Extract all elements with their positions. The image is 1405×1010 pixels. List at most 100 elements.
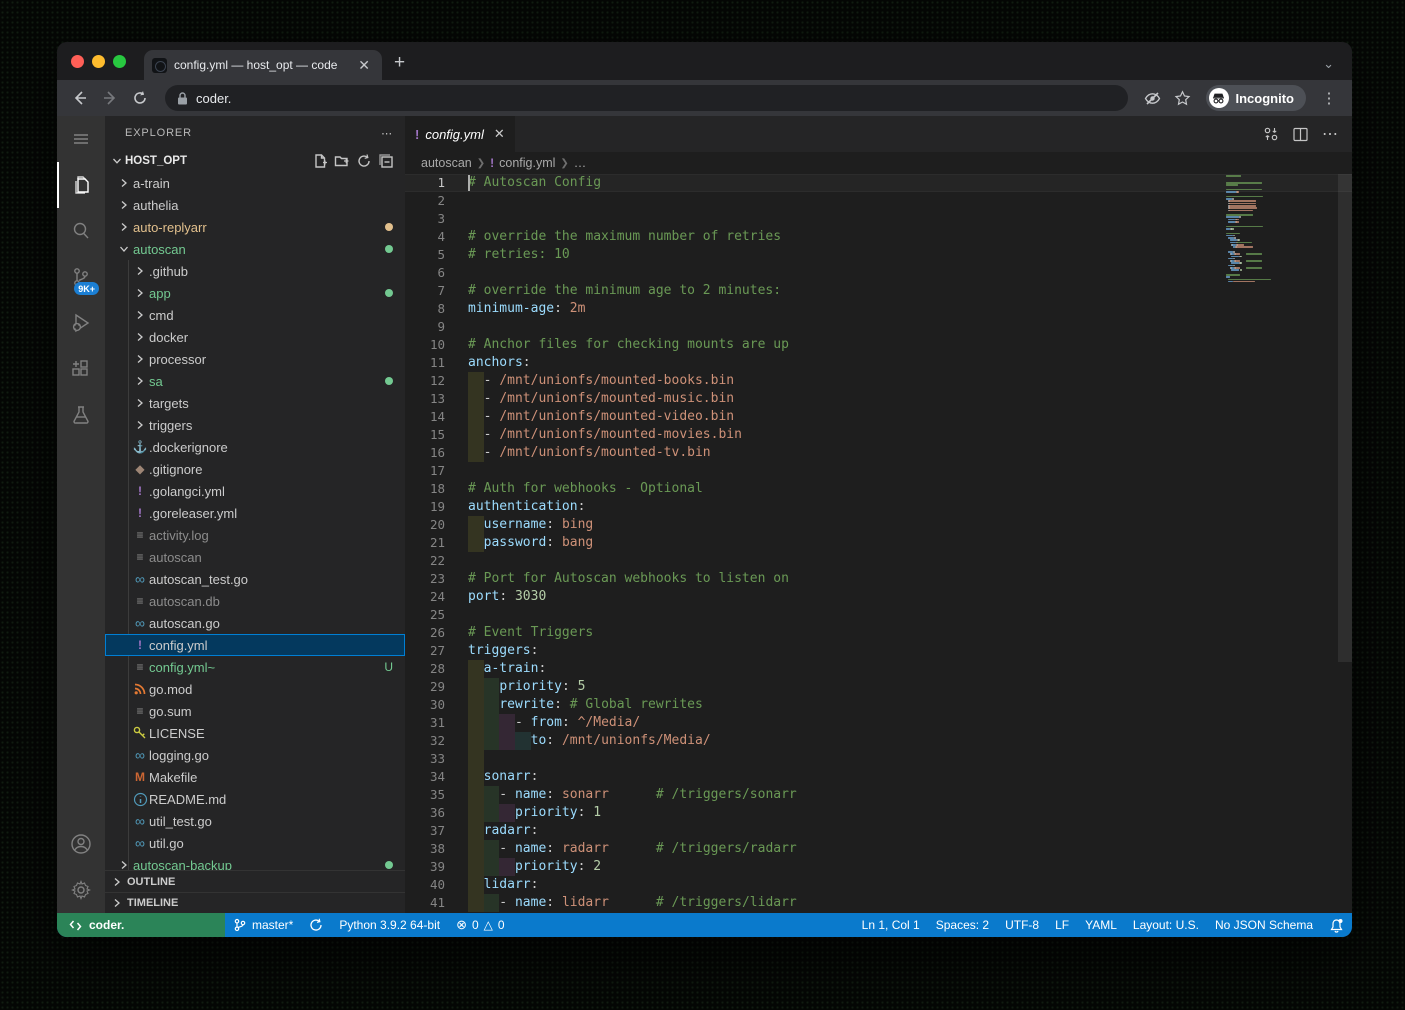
code-line-6[interactable]: 6 <box>405 264 1352 282</box>
code-line-40[interactable]: 40 lidarr: <box>405 876 1352 894</box>
activity-bar-settings[interactable] <box>57 867 105 913</box>
code-line-15[interactable]: 15 - /mnt/unionfs/mounted-movies.bin <box>405 426 1352 444</box>
status-sync[interactable] <box>301 913 331 937</box>
tree-item-makefile[interactable]: MMakefile <box>105 766 405 788</box>
editor-tab-configyml[interactable]: ! config.yml ✕ <box>405 116 516 152</box>
browser-menu-icon[interactable]: ⋮ <box>1316 85 1342 111</box>
code-line-23[interactable]: 23# Port for Autoscan webhooks to listen… <box>405 570 1352 588</box>
activity-bar-run-and-debug[interactable] <box>57 300 105 346</box>
code-line-36[interactable]: 36 priority: 1 <box>405 804 1352 822</box>
status-indentation[interactable]: Spaces: 2 <box>928 913 997 937</box>
activity-bar-search[interactable] <box>57 208 105 254</box>
remote-indicator[interactable]: coder. <box>57 913 225 937</box>
code-line-41[interactable]: 41 - name: lidarr # /triggers/lidarr <box>405 894 1352 912</box>
status-json-schema[interactable]: No JSON Schema <box>1207 913 1321 937</box>
status-keyboard-layout[interactable]: Layout: U.S. <box>1125 913 1207 937</box>
code-editor[interactable]: 1# Autoscan Config234# override the maxi… <box>405 174 1352 913</box>
code-line-2[interactable]: 2 <box>405 192 1352 210</box>
code-line-18[interactable]: 18# Auth for webhooks - Optional <box>405 480 1352 498</box>
code-line-21[interactable]: 21 password: bang <box>405 534 1352 552</box>
tree-item-autoscan[interactable]: autoscan <box>105 238 405 260</box>
tree-item-targets[interactable]: targets <box>105 392 405 414</box>
code-line-37[interactable]: 37 radarr: <box>405 822 1352 840</box>
tree-item-a-train[interactable]: a-train <box>105 172 405 194</box>
forward-button[interactable] <box>97 85 123 111</box>
breadcrumb[interactable]: autoscan❯!config.yml❯… <box>405 152 1352 174</box>
maximize-window-button[interactable] <box>113 55 126 68</box>
tree-item--github[interactable]: .github <box>105 260 405 282</box>
close-window-button[interactable] <box>71 55 84 68</box>
code-line-16[interactable]: 16 - /mnt/unionfs/mounted-tv.bin <box>405 444 1352 462</box>
address-bar[interactable]: coder. <box>165 85 1128 111</box>
activity-bar-source-control[interactable]: 9K+ <box>57 254 105 300</box>
tree-item-autoscan-test-go[interactable]: ∞autoscan_test.go <box>105 568 405 590</box>
code-line-3[interactable]: 3 <box>405 210 1352 228</box>
status-language-mode[interactable]: YAML <box>1077 913 1125 937</box>
code-line-12[interactable]: 12 - /mnt/unionfs/mounted-books.bin <box>405 372 1352 390</box>
collapse-all-button[interactable] <box>375 151 397 171</box>
tree-item-activity-log[interactable]: ≡activity.log <box>105 524 405 546</box>
code-line-20[interactable]: 20 username: bing <box>405 516 1352 534</box>
code-line-30[interactable]: 30 rewrite: # Global rewrites <box>405 696 1352 714</box>
sidebar-section-timeline[interactable]: TIMELINE <box>105 892 405 913</box>
new-folder-button[interactable] <box>331 151 353 171</box>
open-changes-icon[interactable] <box>1263 126 1279 142</box>
minimize-window-button[interactable] <box>92 55 105 68</box>
tree-item--gitignore[interactable]: ◆.gitignore <box>105 458 405 480</box>
new-file-button[interactable] <box>309 151 331 171</box>
code-line-28[interactable]: 28 a-train: <box>405 660 1352 678</box>
code-line-29[interactable]: 29 priority: 5 <box>405 678 1352 696</box>
back-button[interactable] <box>67 85 93 111</box>
status-eol[interactable]: LF <box>1047 913 1077 937</box>
tree-item-go-sum[interactable]: ≡go.sum <box>105 700 405 722</box>
eye-blocked-icon[interactable] <box>1140 85 1166 111</box>
status-cursor-position[interactable]: Ln 1, Col 1 <box>854 913 928 937</box>
workspace-section-header[interactable]: HOST_OPT <box>105 150 405 172</box>
tree-item-config-yml-[interactable]: ≡config.yml~U <box>105 656 405 678</box>
code-line-9[interactable]: 9 <box>405 318 1352 336</box>
reload-button[interactable] <box>127 85 153 111</box>
tree-item-logging-go[interactable]: ∞logging.go <box>105 744 405 766</box>
explorer-more-actions-icon[interactable]: ⋯ <box>381 127 393 140</box>
activity-bar-explorer[interactable] <box>57 162 105 208</box>
code-line-25[interactable]: 25 <box>405 606 1352 624</box>
code-line-32[interactable]: 32 to: /mnt/unionfs/Media/ <box>405 732 1352 750</box>
code-line-34[interactable]: 34 sonarr: <box>405 768 1352 786</box>
browser-tab[interactable]: config.yml — host_opt — code ✕ <box>144 50 382 80</box>
activity-bar-testing[interactable] <box>57 392 105 438</box>
status-python-interpreter[interactable]: Python 3.9.2 64-bit <box>331 913 448 937</box>
tree-item-auto-replyarr[interactable]: auto-replyarr <box>105 216 405 238</box>
tree-item-license[interactable]: LICENSE <box>105 722 405 744</box>
tree-item-cmd[interactable]: cmd <box>105 304 405 326</box>
tab-close-icon[interactable]: ✕ <box>354 56 374 74</box>
tree-item--dockerignore[interactable]: ⚓.dockerignore <box>105 436 405 458</box>
status-notifications[interactable] <box>1321 913 1352 937</box>
tree-item-authelia[interactable]: authelia <box>105 194 405 216</box>
editor-more-actions-icon[interactable]: ⋯ <box>1322 124 1338 144</box>
tree-item-docker[interactable]: docker <box>105 326 405 348</box>
code-line-22[interactable]: 22 <box>405 552 1352 570</box>
code-line-27[interactable]: 27triggers: <box>405 642 1352 660</box>
code-line-10[interactable]: 10# Anchor files for checking mounts are… <box>405 336 1352 354</box>
bookmark-star-icon[interactable] <box>1170 85 1196 111</box>
tree-item-autoscan[interactable]: ≡autoscan <box>105 546 405 568</box>
tab-search-chevron-icon[interactable]: ⌄ <box>1323 56 1334 72</box>
code-line-17[interactable]: 17 <box>405 462 1352 480</box>
tree-item-util-test-go[interactable]: ∞util_test.go <box>105 810 405 832</box>
activity-bar-account[interactable] <box>57 821 105 867</box>
editor-tab-close-icon[interactable]: ✕ <box>494 126 505 142</box>
status-problems[interactable]: ⊗0△0 <box>448 913 513 937</box>
breadcrumb-item[interactable]: … <box>574 156 587 170</box>
code-line-38[interactable]: 38 - name: radarr # /triggers/radarr <box>405 840 1352 858</box>
code-line-13[interactable]: 13 - /mnt/unionfs/mounted-music.bin <box>405 390 1352 408</box>
tree-item-autoscan-go[interactable]: ∞autoscan.go <box>105 612 405 634</box>
code-line-33[interactable]: 33 <box>405 750 1352 768</box>
code-line-11[interactable]: 11anchors: <box>405 354 1352 372</box>
breadcrumb-item[interactable]: autoscan <box>421 156 472 170</box>
code-line-4[interactable]: 4# override the maximum number of retrie… <box>405 228 1352 246</box>
tree-item-go-mod[interactable]: go.mod <box>105 678 405 700</box>
split-editor-icon[interactable] <box>1293 127 1308 142</box>
code-line-8[interactable]: 8minimum-age: 2m <box>405 300 1352 318</box>
code-line-26[interactable]: 26# Event Triggers <box>405 624 1352 642</box>
code-line-39[interactable]: 39 priority: 2 <box>405 858 1352 876</box>
